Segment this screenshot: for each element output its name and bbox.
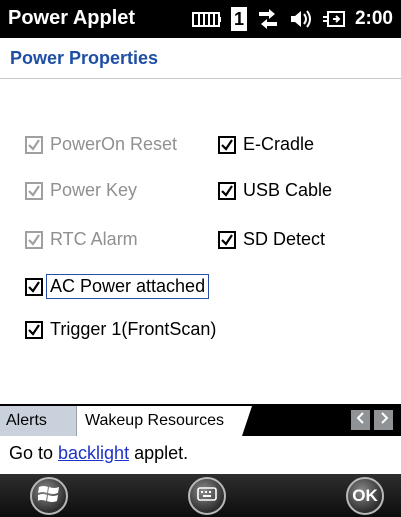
page-title: Power Properties <box>10 48 159 68</box>
battery-icon[interactable] <box>191 9 222 29</box>
keyboard-icon <box>197 486 217 506</box>
app-title: Power Applet <box>8 7 136 29</box>
e-cradle-label: E-Cradle <box>243 134 315 154</box>
backlight-link[interactable]: backlight <box>58 443 129 463</box>
chevron-left-icon <box>356 411 366 429</box>
checkmark-icon <box>25 320 43 339</box>
usb-cable-label: USB Cable <box>243 180 333 200</box>
sd-detect-checkbox[interactable]: SD Detect <box>218 229 325 250</box>
ok-label: OK <box>352 486 378 505</box>
e-cradle-checkbox[interactable]: E-Cradle <box>218 134 314 155</box>
data-connection-icon[interactable] <box>256 8 280 30</box>
checkmark-icon <box>25 230 43 249</box>
tab-scroll-left-button[interactable] <box>351 410 370 430</box>
start-button[interactable] <box>30 477 68 515</box>
backlight-suffix: applet. <box>129 443 189 463</box>
poweron-reset-checkbox[interactable]: PowerOn Reset <box>25 134 177 155</box>
power-key-label: Power Key <box>50 180 138 200</box>
backlight-sentence: Go to backlight applet. <box>9 443 188 464</box>
ac-power-attached-checkbox[interactable]: AC Power attached <box>25 274 210 299</box>
checkmark-icon <box>218 181 236 200</box>
checkmark-icon <box>218 230 236 249</box>
chevron-right-icon <box>379 411 389 429</box>
tab-edge-icon <box>238 406 252 436</box>
rtc-alarm-label: RTC Alarm <box>50 229 138 249</box>
tab-wakeup-resources[interactable]: Wakeup Resources <box>76 406 242 436</box>
tab-alerts[interactable]: Alerts <box>0 406 76 436</box>
poweron-reset-label: PowerOn Reset <box>50 134 178 154</box>
page-header: Power Properties <box>0 38 401 79</box>
backlight-row: Go to backlight applet. <box>0 436 401 474</box>
windows-logo-icon <box>37 484 60 509</box>
tab-scroll-right-button[interactable] <box>374 410 393 430</box>
title-bar: Power Applet 1 2:00 <box>0 0 401 38</box>
sd-detect-label: SD Detect <box>243 229 326 249</box>
status-icons: 1 2:00 <box>183 6 393 32</box>
checkmark-icon <box>218 135 236 154</box>
ok-button[interactable]: OK <box>346 477 384 515</box>
volume-icon[interactable] <box>289 8 313 30</box>
signal-number[interactable]: 1 <box>230 7 247 31</box>
ac-power-attached-label: AC Power attached <box>46 274 210 299</box>
keyboard-button[interactable] <box>188 477 226 515</box>
checkmark-icon <box>25 277 43 296</box>
ac-power-icon[interactable] <box>322 8 346 30</box>
tab-bar: Alerts Wakeup Resources <box>0 404 401 436</box>
clock[interactable]: 2:00 <box>355 8 393 30</box>
trigger1-checkbox[interactable]: Trigger 1(FrontScan) <box>25 319 216 340</box>
softkey-bar: OK <box>0 474 401 517</box>
checkmark-icon <box>25 181 43 200</box>
usb-cable-checkbox[interactable]: USB Cable <box>218 180 332 201</box>
trigger1-label: Trigger 1(FrontScan) <box>50 319 217 339</box>
power-key-checkbox[interactable]: Power Key <box>25 180 137 201</box>
checkmark-icon <box>25 135 43 154</box>
rtc-alarm-checkbox[interactable]: RTC Alarm <box>25 229 138 250</box>
backlight-prefix: Go to <box>9 443 59 463</box>
